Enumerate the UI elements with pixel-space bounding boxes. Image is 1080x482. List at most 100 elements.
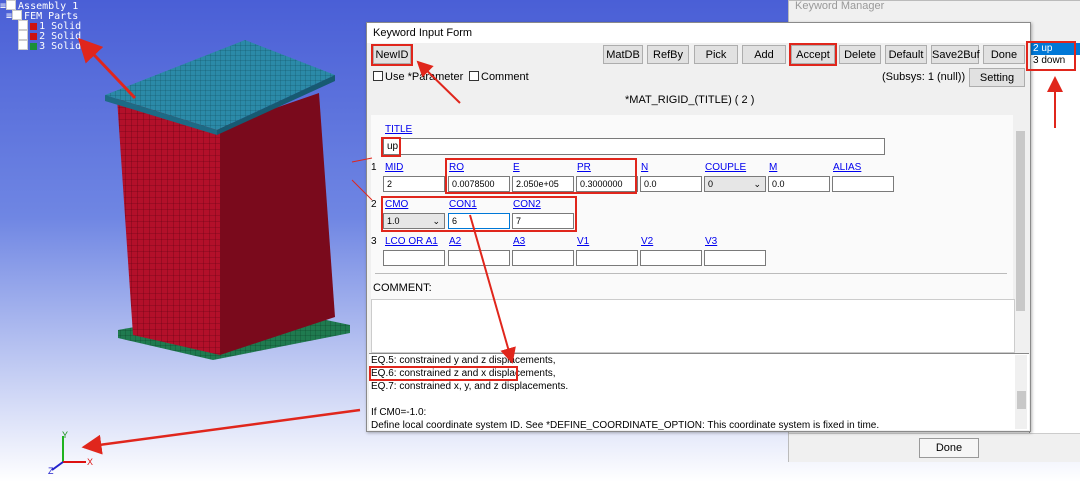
color-swatch-icon: [30, 23, 38, 30]
ro-label[interactable]: RO: [449, 162, 464, 173]
title-label[interactable]: TITLE: [385, 124, 412, 135]
a2-input[interactable]: [448, 250, 510, 266]
checkbox-icon[interactable]: [18, 40, 29, 50]
con1-label[interactable]: CON1: [449, 199, 477, 210]
tree-fem-parts[interactable]: ≡ FEM Parts: [0, 10, 81, 22]
comment-textarea[interactable]: [371, 299, 1015, 353]
v2-label[interactable]: V2: [641, 236, 653, 247]
v3-input[interactable]: [704, 250, 766, 266]
accept-button[interactable]: Accept: [791, 45, 835, 64]
keyword-manager-done-button[interactable]: Done: [919, 438, 979, 458]
a3-input[interactable]: [512, 250, 574, 266]
refby-button[interactable]: RefBy: [647, 45, 689, 64]
v2-input[interactable]: [640, 250, 702, 266]
cmo-label[interactable]: CMO: [385, 199, 408, 210]
tree-part-3[interactable]: 3 Solid: [0, 40, 81, 52]
keyword-manager-title: Keyword Manager: [795, 0, 885, 12]
m-input[interactable]: 0.0: [768, 176, 830, 192]
alias-label[interactable]: ALIAS: [833, 162, 861, 173]
matdb-button[interactable]: MatDB: [603, 45, 643, 64]
pr-label[interactable]: PR: [577, 162, 591, 173]
mid-input[interactable]: 2: [383, 176, 445, 192]
block-side-face: [220, 93, 335, 355]
comment-label: COMMENT:: [373, 282, 432, 294]
chevron-down-icon: ⌄: [753, 179, 761, 189]
row-number: 3: [371, 236, 377, 247]
keyword-input-form: Keyword Input Form NewID MatDB RefBy Pic…: [366, 22, 1031, 432]
axis-triad: Y X Z: [48, 430, 93, 475]
checkbox-icon[interactable]: [18, 30, 29, 40]
v3-label[interactable]: V3: [705, 236, 717, 247]
tree-part-1[interactable]: 1 Solid: [0, 20, 81, 32]
scrollbar-thumb[interactable]: [1016, 131, 1025, 311]
divider: [375, 273, 1007, 274]
help-line: If CM0=-1.0:: [371, 407, 427, 418]
v1-input[interactable]: [576, 250, 638, 266]
tree-part-2[interactable]: 2 Solid: [0, 30, 81, 42]
delete-button[interactable]: Delete: [839, 45, 881, 64]
axis-z-label: Z: [48, 466, 54, 475]
tree-assembly[interactable]: ≡ Assembly 1: [0, 0, 81, 12]
checkbox-icon[interactable]: [6, 0, 17, 10]
checkbox-icon[interactable]: [469, 71, 479, 81]
block-front-face: [117, 98, 220, 355]
save2buf-button[interactable]: Save2Buf: [931, 45, 980, 64]
model-tree: ≡ Assembly 1 ≡ FEM Parts 1 Solid 2 Solid 3…: [0, 0, 81, 52]
checkbox-icon[interactable]: [18, 20, 29, 30]
chevron-down-icon: ⌄: [432, 216, 440, 226]
list-item[interactable]: 3 down: [1030, 55, 1080, 67]
couple-label[interactable]: COUPLE: [705, 162, 746, 173]
checkbox-icon[interactable]: [12, 10, 23, 20]
color-swatch-icon: [30, 33, 38, 40]
lco-label[interactable]: LCO OR A1: [385, 236, 438, 247]
ro-input[interactable]: 0.0078500: [448, 176, 510, 192]
pick-button[interactable]: Pick: [694, 45, 738, 64]
con2-label[interactable]: CON2: [513, 199, 541, 210]
v1-label[interactable]: V1: [577, 236, 589, 247]
help-line: EQ.6: constrained z and x displacements,: [371, 368, 556, 379]
color-swatch-icon: [30, 43, 38, 50]
alias-input[interactable]: [832, 176, 894, 192]
cmo-select[interactable]: 1.0 ⌄: [383, 213, 445, 229]
scrollbar-thumb[interactable]: [1017, 391, 1026, 409]
newid-button[interactable]: NewID: [373, 45, 411, 64]
a2-label[interactable]: A2: [449, 236, 461, 247]
mesh-viewport[interactable]: [95, 35, 365, 395]
n-label[interactable]: N: [641, 162, 648, 173]
default-button[interactable]: Default: [885, 45, 927, 64]
add-button[interactable]: Add: [742, 45, 786, 64]
n-input[interactable]: 0.0: [640, 176, 702, 192]
keyword-header: *MAT_RIGID_(TITLE) ( 2 ): [625, 94, 755, 106]
axis-y-label: Y: [62, 430, 68, 440]
title-input[interactable]: up: [383, 138, 885, 155]
con2-input[interactable]: 7: [512, 213, 574, 229]
setting-button[interactable]: Setting: [969, 68, 1025, 87]
a3-label[interactable]: A3: [513, 236, 525, 247]
lco-input[interactable]: [383, 250, 445, 266]
couple-select[interactable]: 0 ⌄: [704, 176, 766, 192]
list-item[interactable]: 2 up: [1030, 43, 1080, 55]
mid-label[interactable]: MID: [385, 162, 403, 173]
row-number: 2: [371, 199, 377, 210]
row-number: 1: [371, 162, 377, 173]
con1-input[interactable]: 6: [448, 213, 510, 229]
e-label[interactable]: E: [513, 162, 520, 173]
form-title: Keyword Input Form: [367, 23, 1030, 43]
use-parameter-checkbox[interactable]: Use *Parameter: [373, 71, 463, 83]
m-label[interactable]: M: [769, 162, 777, 173]
help-text-panel: EQ.5: constrained y and z displacements,…: [369, 353, 1029, 430]
arrow-to-axis: [81, 408, 361, 455]
help-line: EQ.7: constrained x, y, and z displaceme…: [371, 381, 569, 392]
e-input[interactable]: 2.050e+05: [512, 176, 574, 192]
axis-x-label: X: [87, 457, 93, 467]
done-button[interactable]: Done: [983, 45, 1025, 64]
keyword-list[interactable]: 2 up 3 down: [1029, 43, 1080, 435]
pr-input[interactable]: 0.3000000: [576, 176, 638, 192]
comment-checkbox[interactable]: Comment: [469, 71, 529, 83]
help-line: [369, 393, 1029, 406]
subsys-label: (Subsys: 1 (null)): [882, 71, 966, 83]
checkbox-icon[interactable]: [373, 71, 383, 81]
help-scrollbar[interactable]: [1015, 355, 1027, 429]
form-scrollbar[interactable]: [1014, 123, 1026, 360]
help-line: Define local coordinate system ID. See *…: [371, 420, 880, 430]
